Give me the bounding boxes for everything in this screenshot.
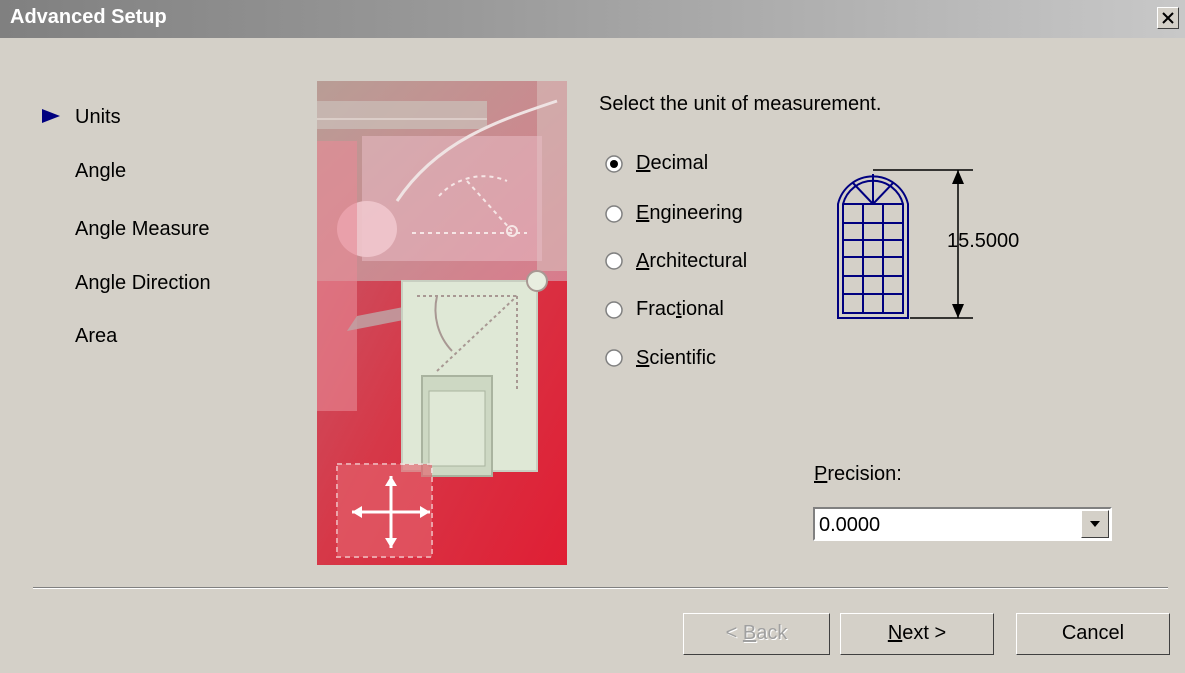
radio-engineering[interactable] [605,205,623,223]
precision-select[interactable]: 0.0000 [813,507,1112,541]
step-item-angle-measure: Angle Measure [75,218,210,240]
dimension-value: 15.5000 [947,230,1020,252]
next-button[interactable]: Next > [840,613,994,655]
separator [33,587,1168,589]
close-button[interactable] [1157,7,1179,29]
step-item-units: Units [75,106,121,128]
cancel-button[interactable]: Cancel [1016,613,1170,655]
radio-label-engineering[interactable]: Engineering [636,202,743,225]
radio-label-architectural[interactable]: Architectural [636,250,747,273]
radio-label-fractional[interactable]: Fractional [636,298,724,321]
window-title: Advanced Setup [10,6,167,28]
instruction-text: Select the unit of measurement. [599,93,882,115]
radio-scientific[interactable] [605,349,623,367]
chevron-down-icon [1090,521,1100,527]
back-button[interactable]: < Back [683,613,830,655]
radio-label-scientific[interactable]: Scientific [636,347,716,370]
title-bar: Advanced Setup [0,0,1185,38]
arrow-right-icon [42,109,60,123]
step-item-angle: Angle [75,160,127,182]
radio-architectural[interactable] [605,252,623,270]
wizard-illustration [317,81,567,565]
step-item-angle-direction: Angle Direction [75,272,211,294]
dialog-body [0,38,1185,673]
precision-dropdown-button[interactable] [1081,510,1109,538]
precision-label: Precision: [814,463,902,485]
close-icon [1162,12,1174,24]
radio-decimal[interactable] [605,155,623,173]
radio-fractional[interactable] [605,301,623,319]
radio-label-decimal[interactable]: Decimal [636,152,708,175]
step-item-area: Area [75,325,118,347]
precision-value: 0.0000 [819,514,881,536]
